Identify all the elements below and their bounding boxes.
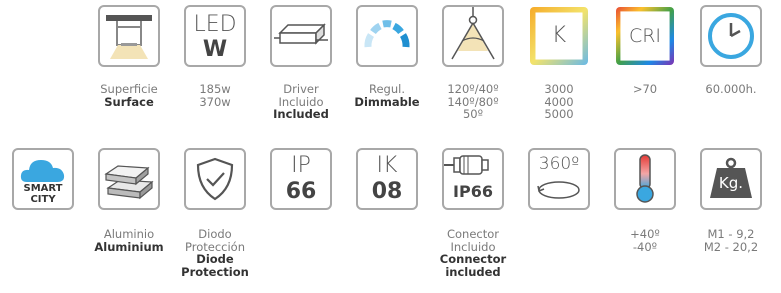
aluminium-ingots-icon <box>104 165 154 200</box>
temperature-tile <box>614 148 676 210</box>
ik-tile: IK 08 <box>356 148 418 210</box>
connector-caption: Conector Incluido Connector included <box>439 227 507 279</box>
temperature-caption: +40º -40º <box>630 227 660 254</box>
protection-tile <box>184 148 246 210</box>
led-label: LED <box>193 12 237 37</box>
thermometer-icon <box>636 154 654 203</box>
ip-label: IP <box>291 153 311 178</box>
watt-label: W <box>202 37 228 62</box>
smart-label: SMART <box>23 183 63 194</box>
cri-caption: >70 <box>632 82 658 96</box>
cct-caption: 3000 4000 5000 <box>544 82 574 121</box>
city-label: CITY <box>30 194 56 205</box>
ik-label: IK <box>376 153 398 178</box>
aluminium-caption: Aluminio Aluminium <box>94 227 164 254</box>
clock-icon <box>708 13 754 59</box>
protection-caption: Diodo Protección Diode Protection <box>181 227 249 279</box>
beam-caption: 120º/40º 140º/80º 50º <box>447 82 499 121</box>
cri-label: CRI <box>628 25 662 47</box>
smartcity-tile: SMART CITY <box>12 148 74 210</box>
aluminium-tile <box>98 148 160 210</box>
rotation-360-icon <box>537 181 580 199</box>
led-power-tile: LED W <box>184 5 246 67</box>
surface-caption: Superficie Surface <box>100 82 158 109</box>
beam-tile <box>442 5 504 67</box>
cct-tile: K <box>528 5 590 67</box>
rotation-tile: 360º <box>528 148 590 210</box>
lifetime-caption: 60.000h. <box>705 82 757 96</box>
driver-icon <box>274 23 328 45</box>
connector-ip-label: IP66 <box>453 182 493 201</box>
weight-tile: Kg. <box>700 148 762 210</box>
driver-tile <box>270 5 332 67</box>
cri-tile: CRI <box>614 5 676 67</box>
ik-value: 08 <box>371 179 403 204</box>
kg-label: Kg. <box>718 174 744 192</box>
shield-check-icon <box>196 157 234 201</box>
power-caption: 185w 370w <box>199 82 231 109</box>
beam-angle-icon <box>451 7 495 60</box>
dimmable-caption: Regul. Dimmable <box>354 82 420 109</box>
weight-caption: M1 - 9,2 M2 - 20,2 <box>703 227 759 254</box>
surface-tile <box>98 5 160 67</box>
driver-caption: Driver Incluido Included <box>273 82 329 121</box>
kelvin-label: K <box>551 23 567 48</box>
connector-tile: IP66 <box>442 148 504 210</box>
dimmer-tile <box>356 5 418 67</box>
dimmer-icon <box>364 20 410 48</box>
surface-mount-icon <box>106 15 152 59</box>
ip-value: 66 <box>285 179 317 204</box>
ip-tile: IP 66 <box>270 148 332 210</box>
lifetime-tile <box>700 5 762 67</box>
